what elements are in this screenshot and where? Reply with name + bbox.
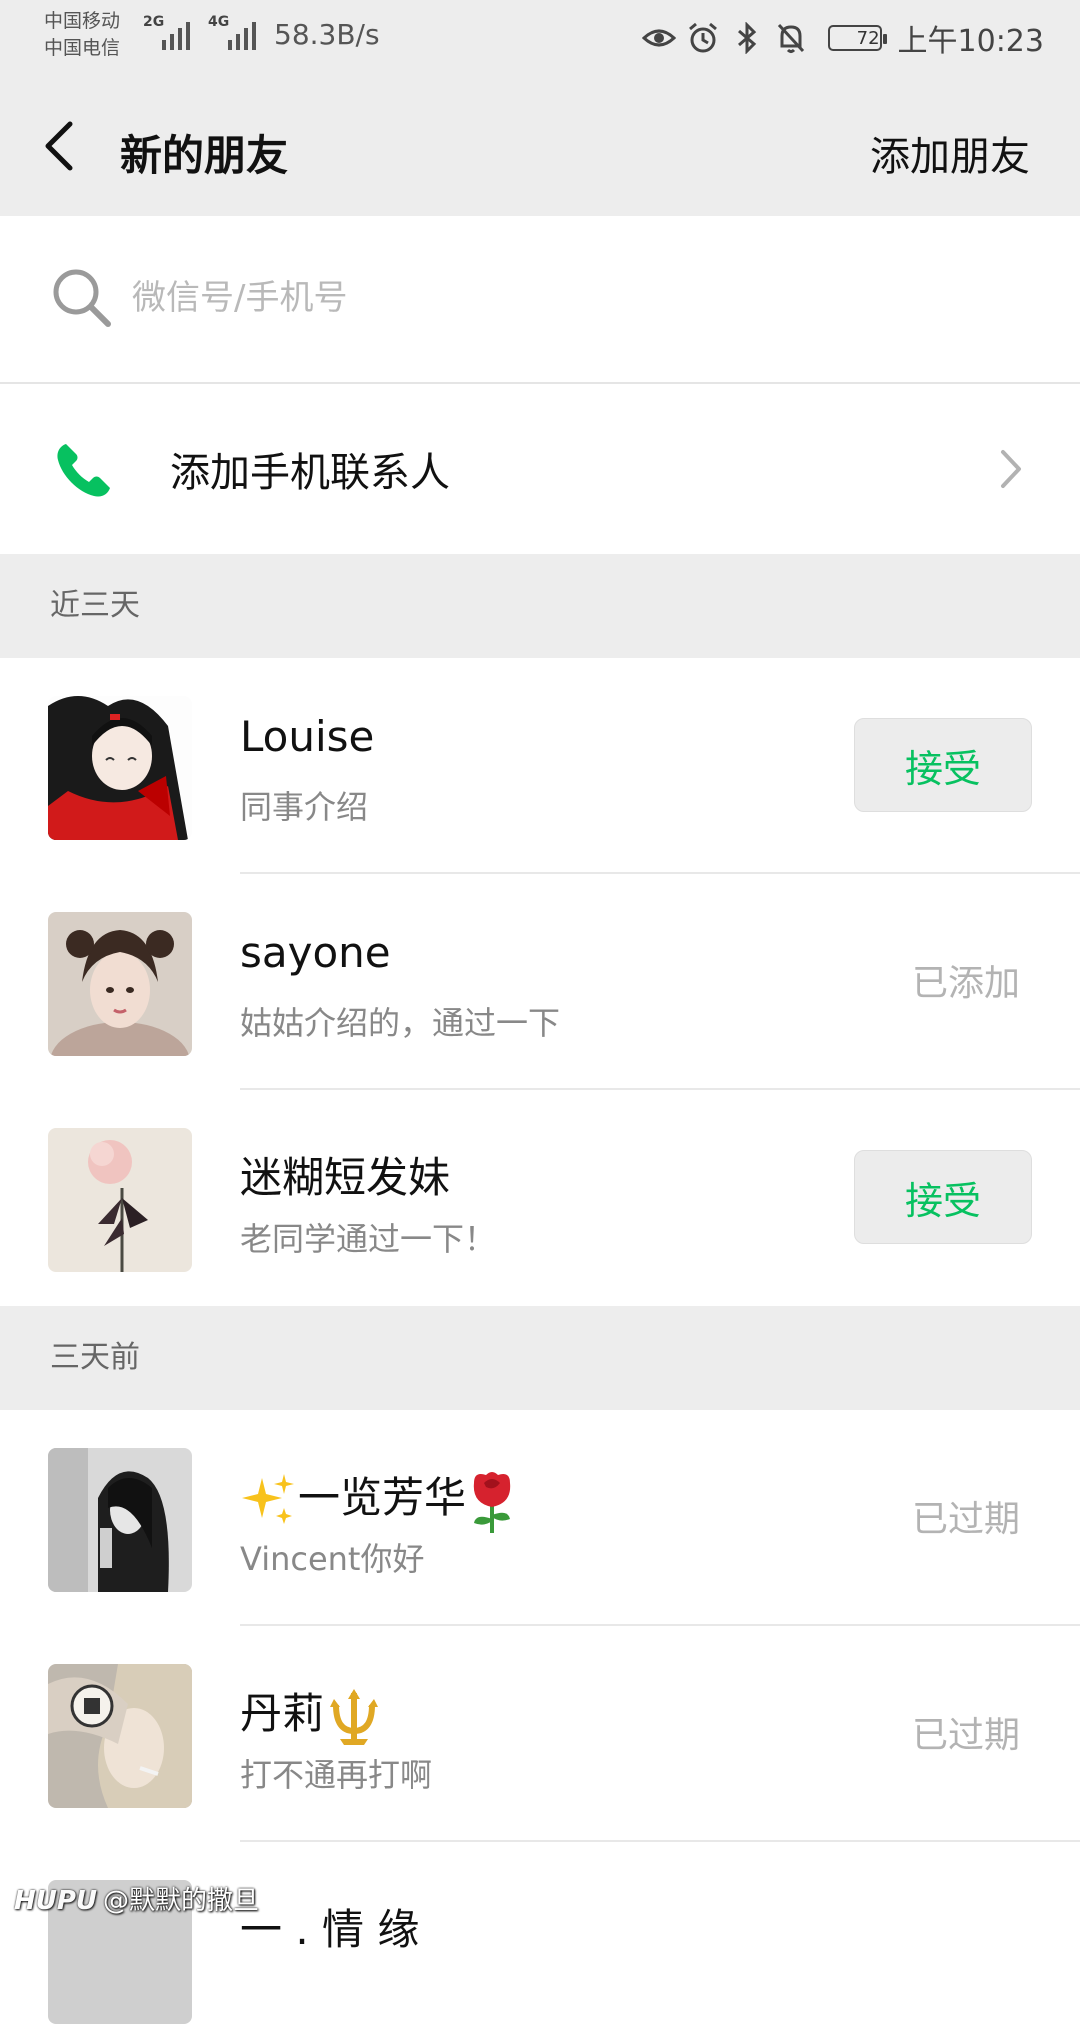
add-phone-contacts-label: 添加手机联系人 bbox=[170, 450, 450, 496]
back-arrow-icon[interactable] bbox=[40, 116, 80, 176]
bell-off-icon bbox=[774, 21, 808, 55]
alarm-icon bbox=[686, 21, 720, 55]
signal-icon-2 bbox=[228, 22, 256, 50]
requester-name: 一 . 情 缘 bbox=[240, 1905, 420, 1954]
nav-bar: 新的朋友 添加朋友 bbox=[0, 80, 1080, 216]
accept-button[interactable]: 接受 bbox=[854, 718, 1032, 812]
avatar bbox=[48, 1128, 192, 1272]
add-friend-button[interactable]: 添加朋友 bbox=[870, 124, 1030, 182]
requester-name: 丹莉 bbox=[240, 1680, 384, 1747]
carrier-1: 中国移动 bbox=[44, 10, 121, 32]
friend-request-row[interactable]: 迷糊短发妹 老同学通过一下！ 接受 bbox=[0, 1090, 1080, 1306]
carrier-labels: 中国移动 中国电信 bbox=[44, 8, 120, 62]
friend-request-row[interactable]: sayone 姑姑介绍的，通过一下 已添加 bbox=[0, 874, 1080, 1090]
page-title: 新的朋友 bbox=[120, 131, 289, 180]
avatar bbox=[48, 1448, 192, 1592]
request-message: Vincent你好 bbox=[240, 1540, 425, 1578]
requester-name: Louise bbox=[240, 712, 375, 761]
signal-icon bbox=[162, 22, 190, 50]
accept-button[interactable]: 接受 bbox=[854, 1150, 1032, 1244]
requester-name-text: 一览芳华 bbox=[298, 1473, 467, 1522]
requester-name: 一览芳华 bbox=[240, 1464, 518, 1533]
add-phone-contacts-row[interactable]: 添加手机联系人 bbox=[0, 384, 1080, 552]
requester-name: 迷糊短发妹 bbox=[240, 1153, 451, 1202]
watermark-brand: HUPU bbox=[14, 1886, 98, 1916]
rose-icon bbox=[473, 1471, 511, 1533]
request-message: 姑姑介绍的，通过一下 bbox=[240, 1004, 561, 1042]
phone-icon bbox=[57, 444, 110, 497]
watermark-user: @默默的撒旦 bbox=[103, 1886, 260, 1916]
network-speed: 58.3B/s bbox=[274, 18, 380, 51]
friend-request-row[interactable]: Louise 同事介绍 接受 bbox=[0, 658, 1080, 874]
request-message: 同事介绍 bbox=[240, 788, 369, 826]
avatar bbox=[48, 1664, 192, 1808]
request-status: 已添加 bbox=[911, 963, 1020, 1004]
carrier-2: 中国电信 bbox=[44, 37, 121, 59]
battery-level: 72 bbox=[856, 27, 880, 49]
avatar bbox=[48, 912, 192, 1056]
search-input[interactable] bbox=[132, 268, 1012, 328]
request-status: 已过期 bbox=[911, 1499, 1020, 1540]
friend-request-row[interactable]: 丹莉 打不通再打啊 已过期 bbox=[0, 1626, 1080, 1842]
requester-name-text: 丹莉 bbox=[240, 1689, 325, 1738]
request-status: 已过期 bbox=[911, 1715, 1020, 1756]
bluetooth-icon bbox=[730, 21, 764, 55]
section-header-earlier: 三天前 bbox=[0, 1306, 1080, 1410]
request-message: 打不通再打啊 bbox=[240, 1756, 433, 1794]
watermark: HUPU @默默的撒旦 bbox=[14, 1880, 259, 1917]
search-bar bbox=[0, 216, 1080, 384]
trident-emblem-icon bbox=[330, 1688, 379, 1745]
requester-name: sayone bbox=[240, 928, 391, 977]
clock: 上午10:23 bbox=[897, 24, 1044, 59]
request-message: 老同学通过一下！ bbox=[240, 1220, 497, 1258]
sparkles-icon bbox=[242, 1473, 294, 1524]
eye-icon bbox=[641, 21, 676, 55]
divider bbox=[240, 1840, 1080, 1842]
avatar bbox=[48, 696, 192, 840]
search-icon bbox=[53, 269, 111, 327]
section-header-recent: 近三天 bbox=[0, 554, 1080, 658]
battery-icon: 72 bbox=[827, 25, 887, 51]
chevron-right-icon bbox=[1001, 450, 1021, 488]
friend-request-row[interactable]: 一览芳华 Vincent你好 已过期 bbox=[0, 1410, 1080, 1626]
status-bar: 中国移动 中国电信 2G 4G 58.3B/s 72 上午10:23 bbox=[0, 0, 1080, 80]
